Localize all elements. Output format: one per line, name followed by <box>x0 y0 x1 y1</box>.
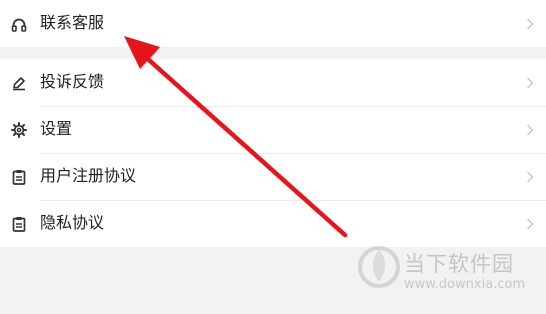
annotation-arrow-shaft <box>137 49 348 238</box>
annotation-arrow <box>124 36 348 238</box>
